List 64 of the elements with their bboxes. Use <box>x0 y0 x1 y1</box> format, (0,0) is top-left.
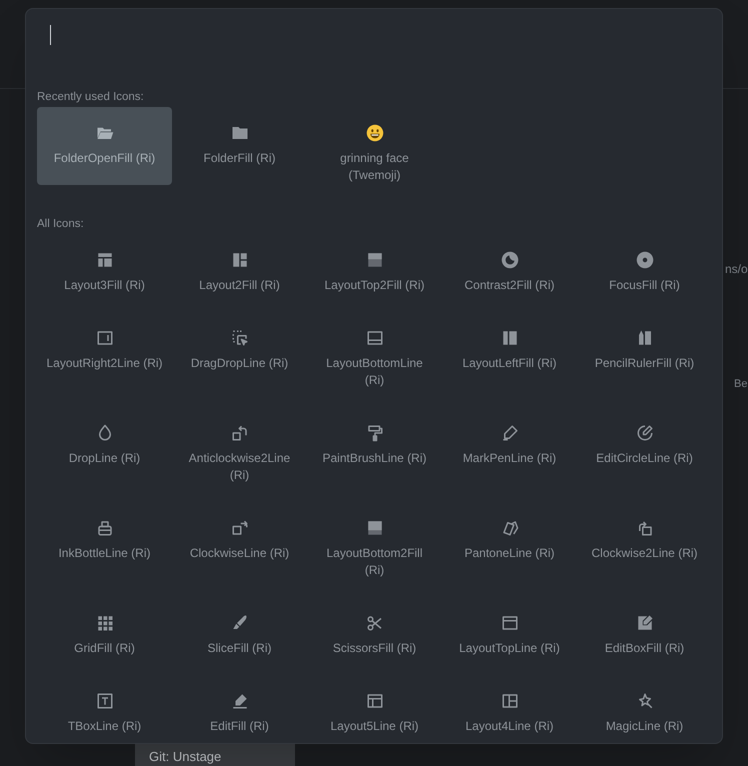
layout-icon <box>230 250 248 268</box>
section-heading: All Icons: <box>37 217 84 232</box>
icon-option[interactable]: Layout5Line (Ri) <box>307 674 442 743</box>
marker-icon <box>500 424 518 442</box>
layout-icon <box>500 614 518 632</box>
icon-option[interactable]: Layout4Line (Ri) <box>442 674 577 743</box>
layout-icon <box>366 518 384 536</box>
background-text: Be <box>734 377 748 392</box>
background-text: ns/o <box>725 261 748 278</box>
rotate-icon <box>230 518 248 536</box>
edit-box-icon <box>636 614 654 632</box>
icon-option[interactable]: DragDropLine (Ri) <box>172 312 307 406</box>
rotate-icon <box>230 424 248 442</box>
icon-option[interactable]: LayoutTop2Fill (Ri) <box>307 234 442 312</box>
pencil-icon <box>230 692 248 710</box>
icon-option[interactable]: GridFill (Ri) <box>37 596 172 674</box>
status-item[interactable]: Git: Unstage <box>135 744 295 766</box>
icon-option[interactable]: FolderFill (Ri) <box>172 107 307 186</box>
ink-bottle-icon <box>96 518 114 536</box>
icon-option[interactable]: LayoutBottomLine (Ri) <box>307 312 442 406</box>
icon-option[interactable]: LayoutTopLine (Ri) <box>442 596 577 674</box>
focus-icon <box>636 250 654 268</box>
icon-option[interactable]: Clockwise2Line (Ri) <box>577 502 712 596</box>
icon-option[interactable]: grinning face (Twemoji) <box>307 107 442 202</box>
icon-option[interactable]: InkBottleLine (Ri) <box>37 502 172 596</box>
icon-option[interactable]: SliceFill (Ri) <box>172 596 307 674</box>
icon-option[interactable]: EditBoxFill (Ri) <box>577 596 712 674</box>
layout-icon <box>366 250 384 268</box>
text-box-icon <box>96 692 114 710</box>
smiley-face-icon <box>366 124 384 142</box>
icon-option[interactable]: ClockwiseLine (Ri) <box>172 502 307 596</box>
layout-icon <box>500 692 518 710</box>
contrast-icon <box>500 250 518 268</box>
icon-option[interactable]: TBoxLine (Ri) <box>37 674 172 743</box>
icon-option[interactable]: Contrast2Fill (Ri) <box>442 234 577 312</box>
layout-icon <box>500 328 518 346</box>
layout-icon <box>366 328 384 346</box>
icon-option[interactable]: EditCircleLine (Ri) <box>577 406 712 502</box>
layout-icon <box>366 692 384 710</box>
drag-drop-icon <box>230 328 248 346</box>
grid-icon <box>96 614 114 632</box>
paint-roller-icon <box>366 424 384 442</box>
knife-icon <box>230 614 248 632</box>
icon-option[interactable]: FocusFill (Ri) <box>577 234 712 312</box>
icon-option[interactable]: MarkPenLine (Ri) <box>442 406 577 502</box>
icon-option[interactable]: FolderOpenFill (Ri) <box>37 107 172 186</box>
icon-option[interactable]: Layout3Fill (Ri) <box>37 234 172 312</box>
color-swatch-icon <box>500 518 518 536</box>
icon-option[interactable]: MagicLine (Ri) <box>577 674 712 743</box>
scissors-icon <box>366 614 384 632</box>
icon-option[interactable]: PantoneLine (Ri) <box>442 502 577 596</box>
icon-option[interactable]: LayoutLeftFill (Ri) <box>442 312 577 406</box>
icon-option[interactable]: PaintBrushLine (Ri) <box>307 406 442 502</box>
icon-option[interactable]: PencilRulerFill (Ri) <box>577 312 712 406</box>
icon-option[interactable]: LayoutBottom2Fill (Ri) <box>307 502 442 596</box>
icon-option[interactable]: Anticlockwise2Line (Ri) <box>172 406 307 502</box>
section-heading: Recently used Icons: <box>37 90 144 105</box>
icon-option[interactable]: Layout2Fill (Ri) <box>172 234 307 312</box>
layout-icon <box>96 250 114 268</box>
icon-option[interactable]: LayoutRight2Line (Ri) <box>37 312 172 406</box>
icon-option[interactable]: DropLine (Ri) <box>37 406 172 502</box>
layout-icon <box>96 328 114 346</box>
icon-option[interactable]: EditFill (Ri) <box>172 674 307 743</box>
icon-option[interactable]: ScissorsFill (Ri) <box>307 596 442 674</box>
